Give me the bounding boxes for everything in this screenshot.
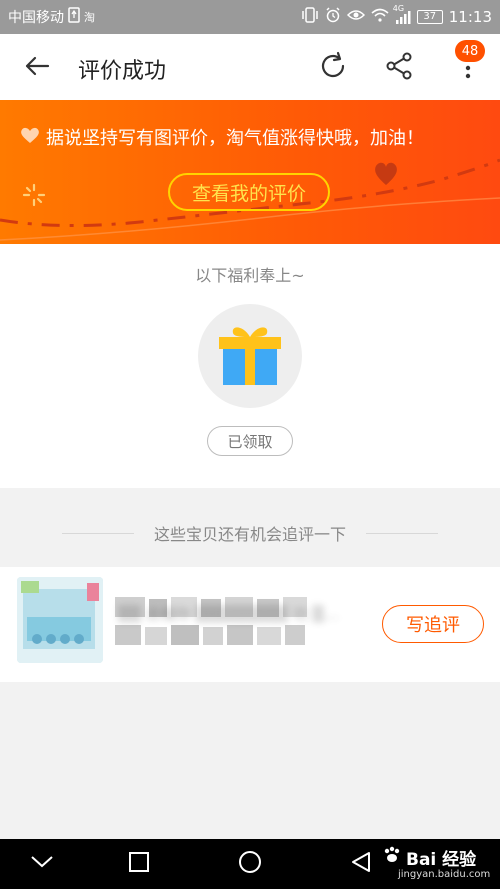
battery-indicator: 37 [416, 10, 443, 24]
share-icon [384, 51, 414, 85]
refresh-button[interactable] [316, 51, 350, 85]
product-card[interactable]: ▒▒ 去帽你 ▒▒▒▒▒▒▒▒ 功 ▒▒▒▒ 以 ▒▒▒▒ 为 ▒▒ 页3C..… [0, 567, 500, 682]
system-nav-bar: Bai 经验 jingyan.baidu.com [0, 839, 500, 889]
chevron-down-icon [29, 854, 55, 874]
home-button[interactable] [235, 849, 265, 879]
share-button[interactable] [382, 51, 416, 85]
status-left: 中国移动 淘 [8, 7, 95, 27]
gift-icon [215, 321, 285, 391]
watermark-brand: Bai 经验 [406, 850, 477, 870]
triangle-back-icon [349, 850, 373, 878]
status-bar: 中国移动 淘 4G 37 11:13 [0, 0, 500, 34]
signal-icon: 4G [393, 4, 411, 24]
recents-button[interactable] [124, 849, 154, 879]
followup-section-header: 这些宝贝还有机会追评一下 [0, 513, 500, 553]
watermark-url: jingyan.baidu.com [398, 869, 491, 880]
page-title: 评价成功 [78, 59, 167, 84]
status-right: 4G 37 11:13 [301, 4, 492, 27]
eye-icon [346, 8, 365, 26]
claimed-status-button[interactable]: 已领取 [207, 426, 293, 456]
back-button[interactable] [22, 53, 52, 83]
message-count-badge: 48 [455, 40, 485, 62]
network-type-label: 4G [392, 4, 405, 13]
paw-icon [382, 845, 402, 870]
app-header: 评价成功 48 [0, 34, 500, 100]
usb-icon [68, 7, 80, 27]
taobao-notify-icon: 淘 [84, 11, 95, 24]
heart-icon [20, 126, 40, 149]
view-my-review-button[interactable]: 查看我的评价 [168, 173, 330, 211]
banner-message-text: 据说坚持写有图评价，淘气值涨得快哦，加油！ [46, 128, 424, 149]
banner-message: 据说坚持写有图评价，淘气值涨得快哦，加油！ [20, 124, 490, 150]
baidu-jingyan-watermark: Bai 经验 [382, 845, 498, 870]
welfare-title: 以下福利奉上~ [195, 266, 305, 285]
system-back-button[interactable] [346, 849, 376, 879]
welfare-section: 以下福利奉上~ 已领取 [0, 244, 500, 488]
divider-right [366, 532, 438, 534]
square-icon [127, 850, 151, 878]
gift-icon-wrapper [198, 304, 302, 408]
banner-decoration [0, 158, 500, 241]
wifi-icon [371, 8, 389, 26]
product-title: ▒▒ 去帽你 ▒▒▒▒▒▒▒▒ 功 ▒▒▒▒ 以 ▒▒▒▒ 为 ▒▒ 页3C..… [118, 605, 348, 623]
hide-keyboard-button[interactable] [27, 849, 57, 879]
circle-icon [237, 849, 263, 879]
clock: 11:13 [448, 8, 492, 26]
vibrate-icon [301, 7, 319, 27]
write-followup-review-button[interactable]: 写追评 [382, 605, 484, 643]
arrow-left-icon [24, 55, 50, 81]
followup-section-title: 这些宝贝还有机会追评一下 [153, 525, 346, 544]
refresh-icon [318, 51, 348, 85]
alarm-icon [325, 7, 341, 27]
carrier-label: 中国移动 [8, 10, 64, 26]
product-image[interactable] [17, 577, 103, 663]
divider-left [61, 532, 134, 534]
success-banner: 据说坚持写有图评价，淘气值涨得快哦，加油！ 查看我的评价 [0, 100, 500, 244]
